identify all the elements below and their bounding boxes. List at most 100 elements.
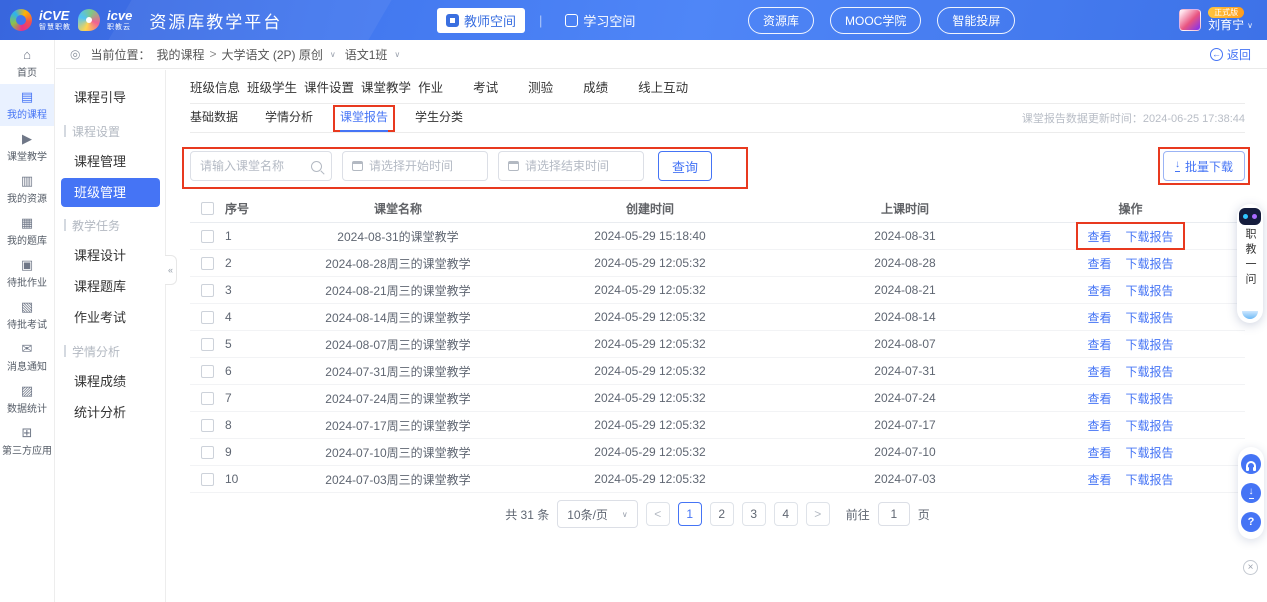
student-space-tab[interactable]: 学习空间 [556,8,644,33]
view-link[interactable]: 查看 [1087,444,1111,461]
tab-class-students[interactable]: 班级学生 [247,77,297,96]
mooc-college-button[interactable]: MOOC学院 [830,7,921,34]
view-link[interactable]: 查看 [1087,336,1111,353]
row-checkbox[interactable] [201,446,214,459]
view-link[interactable]: 查看 [1087,417,1111,434]
row-checkbox[interactable] [201,338,214,351]
brand-logos: iCVE 智慧职教 icve 职教云 资源库教学平台 [0,8,282,33]
tab-courseware-settings[interactable]: 课件设置 [304,77,354,96]
teacher-space-tab[interactable]: 教师空间 [437,8,525,33]
row-checkbox[interactable] [201,257,214,270]
download-report-link[interactable]: 下载报告 [1126,444,1174,461]
download-report-link[interactable]: 下载报告 [1126,417,1174,434]
view-link[interactable]: 查看 [1087,390,1111,407]
row-checkbox[interactable] [201,230,214,243]
customer-service-button[interactable] [1241,454,1261,474]
row-checkbox[interactable] [201,365,214,378]
close-toolbar-button[interactable]: × [1243,560,1258,575]
row-checkbox[interactable] [201,419,214,432]
view-link[interactable]: 查看 [1087,309,1111,326]
course-menu-item-class-management[interactable]: 班级管理 [61,178,160,207]
view-link[interactable]: 查看 [1087,282,1111,299]
chevron-down-icon[interactable]: ∨ [330,50,336,59]
table-row: 102024-07-03周三的课堂教学2024-05-29 12:05:3220… [190,466,1245,493]
rail-item-messages[interactable]: ✉消息通知 [0,336,54,378]
goto-page-input[interactable] [878,502,910,526]
download-report-link[interactable]: 下载报告 [1126,282,1174,299]
rail-item-statistics[interactable]: ▨数据统计 [0,378,54,420]
download-report-link[interactable]: 下载报告 [1126,255,1174,272]
page-size-select[interactable]: 10条/页 ∨ [557,500,638,528]
breadcrumb-prefix: 当前位置： [90,46,150,63]
breadcrumb-my-courses[interactable]: 我的课程 [157,46,205,63]
user-menu[interactable]: 正式版 刘育宁 ∨ [1179,0,1253,40]
chevron-down-icon[interactable]: ∨ [394,50,400,59]
subtab-classroom-report[interactable]: 课堂报告 [340,104,388,132]
ai-assistant-widget[interactable]: 职教一问 [1237,204,1263,323]
course-menu-item-statistical-analysis[interactable]: 统计分析 [56,397,165,428]
help-button[interactable]: ? [1241,512,1261,532]
select-all-checkbox[interactable] [201,202,214,215]
start-time-input[interactable] [369,159,478,173]
tab-classroom-teaching[interactable]: 课堂教学 [361,77,411,96]
sidebar-collapse-handle[interactable]: « [165,255,177,285]
view-link[interactable]: 查看 [1087,255,1111,272]
row-checkbox[interactable] [201,392,214,405]
view-link[interactable]: 查看 [1087,471,1111,488]
view-link[interactable]: 查看 [1087,228,1111,245]
row-checkbox[interactable] [201,284,214,297]
created-time-cell: 2024-05-29 12:05:32 [506,337,794,351]
course-menu-item-course-grades[interactable]: 课程成绩 [56,366,165,397]
page-button-1[interactable]: 1 [678,502,702,526]
course-menu-item-course-design[interactable]: 课程设计 [56,240,165,271]
rail-item-pending-exams[interactable]: ▧待批考试 [0,294,54,336]
subtab-basic-data[interactable]: 基础数据 [190,104,238,132]
smart-screencast-button[interactable]: 智能投屏 [937,7,1015,34]
batch-download-button[interactable]: ↓ 批量下载 [1163,151,1245,181]
tab-online-interaction[interactable]: 线上互动 [638,77,688,96]
resource-library-button[interactable]: 资源库 [748,7,814,34]
back-button[interactable]: ← 返回 [1210,46,1251,63]
download-center-button[interactable]: ↓ [1241,483,1261,503]
page-button-3[interactable]: 3 [742,502,766,526]
download-report-link[interactable]: 下载报告 [1126,363,1174,380]
course-menu-item-homework-exam[interactable]: 作业考试 [56,302,165,333]
created-time-cell: 2024-05-29 12:05:32 [506,418,794,432]
tab-class-info[interactable]: 班级信息 [190,77,240,96]
tab-homework[interactable]: 作业 [418,77,466,96]
subtab-learning-analysis[interactable]: 学情分析 [265,104,313,132]
prev-page-button[interactable]: < [646,502,670,526]
download-report-link[interactable]: 下载报告 [1126,390,1174,407]
page-button-4[interactable]: 4 [774,502,798,526]
breadcrumb-course-select[interactable]: 大学语文 (2P) 原创 [222,46,323,63]
query-button[interactable]: 查询 [658,151,712,181]
pagination: 共 31 条 10条/页 ∨ < 1 2 3 4 > 前往 页 [190,500,1245,528]
tab-exam[interactable]: 考试 [473,77,521,96]
breadcrumb-class-select[interactable]: 语文1班 [345,46,388,63]
course-menu-item-course-guide[interactable]: 课程引导 [56,82,165,113]
subtab-student-classification[interactable]: 学生分类 [415,104,463,132]
rail-item-third-party-apps[interactable]: ⊞第三方应用 [0,420,54,462]
tab-quiz[interactable]: 测验 [528,77,576,96]
download-report-link[interactable]: 下载报告 [1126,336,1174,353]
row-checkbox[interactable] [201,473,214,486]
end-time-input[interactable] [525,159,634,173]
download-report-link[interactable]: 下载报告 [1126,228,1174,245]
rail-item-home[interactable]: ⌂首页 [0,42,54,84]
row-checkbox[interactable] [201,311,214,324]
classroom-name-input[interactable] [200,159,305,173]
third-party-apps-icon: ⊞ [22,426,33,439]
download-report-link[interactable]: 下载报告 [1126,309,1174,326]
view-link[interactable]: 查看 [1087,363,1111,380]
course-menu-item-course-question-bank[interactable]: 课程题库 [56,271,165,302]
rail-item-my-resources[interactable]: ▥我的资源 [0,168,54,210]
tab-grades[interactable]: 成绩 [583,77,631,96]
rail-item-classroom-teaching[interactable]: ▶课堂教学 [0,126,54,168]
rail-item-my-question-bank[interactable]: ▦我的题库 [0,210,54,252]
download-report-link[interactable]: 下载报告 [1126,471,1174,488]
course-menu-item-course-management[interactable]: 课程管理 [56,146,165,177]
next-page-button[interactable]: > [806,502,830,526]
page-button-2[interactable]: 2 [710,502,734,526]
rail-item-my-courses[interactable]: ▤我的课程 [0,84,54,126]
rail-item-pending-homework[interactable]: ▣待批作业 [0,252,54,294]
